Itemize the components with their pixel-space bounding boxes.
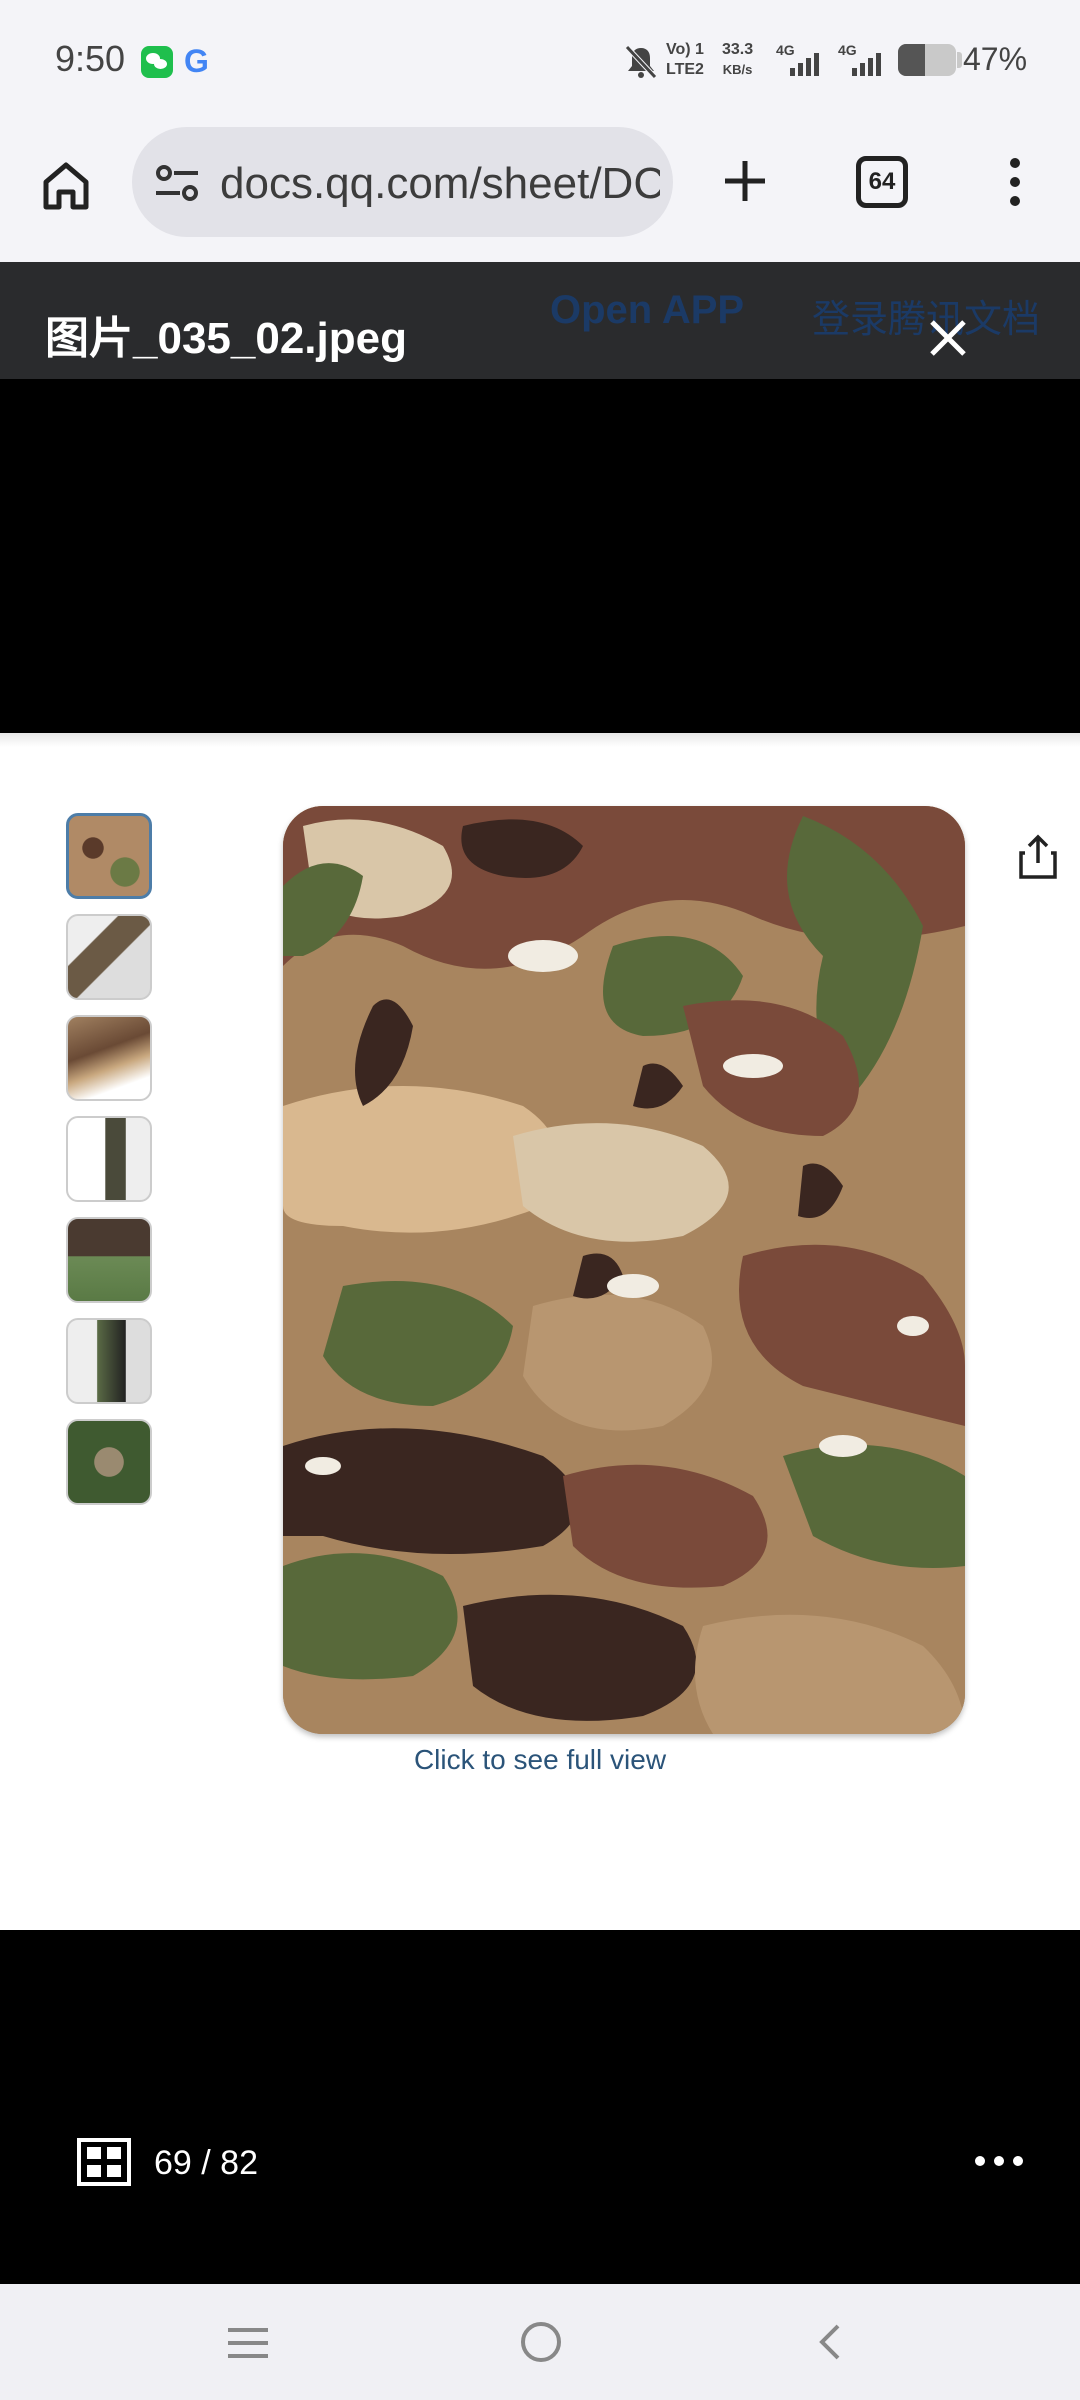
wechat-icon: [141, 46, 173, 78]
battery-icon: [898, 44, 956, 76]
viewer-header: Open APP 登录腾讯文档 图片_035_02.jpeg: [0, 262, 1080, 379]
share-icon[interactable]: [1017, 833, 1059, 881]
more-horiz-icon[interactable]: [975, 2156, 1023, 2168]
speed-unit: KB/s: [722, 62, 753, 77]
tabs-button[interactable]: 64: [856, 156, 908, 208]
volte-line1: Vo) 1: [666, 41, 704, 58]
full-view-link[interactable]: Click to see full view: [0, 1744, 1080, 1776]
grid-icon[interactable]: [76, 2137, 132, 2187]
cropped-text-edge: [0, 733, 1080, 747]
address-bar[interactable]: docs.qq.com/sheet/DC: [132, 127, 673, 237]
google-icon: G: [184, 43, 209, 79]
nav-back-icon[interactable]: [812, 2322, 852, 2362]
speed-value: 33.3: [722, 41, 754, 58]
more-vert-icon[interactable]: [995, 150, 1035, 214]
battery-percent: 47%: [963, 41, 1028, 77]
status-time: 9:50: [55, 38, 126, 79]
volte-indicator: Vo) 1 LTE2: [666, 40, 704, 80]
camouflage-pattern: [283, 806, 965, 1734]
thumbnail-5[interactable]: [66, 1217, 152, 1303]
home-icon: [43, 162, 89, 210]
close-icon[interactable]: [918, 308, 978, 368]
home-button[interactable]: [30, 150, 102, 222]
page-counter: 69 / 82: [154, 2144, 258, 2182]
tune-icon[interactable]: [154, 163, 200, 203]
network-speed: 33.3 KB/s: [722, 40, 753, 80]
system-nav-bar: [0, 2284, 1080, 2400]
camouflage-image[interactable]: [283, 806, 965, 1734]
thumbnail-strip: [66, 813, 154, 1520]
thumbnail-6[interactable]: [66, 1318, 152, 1404]
plus-icon: [725, 161, 765, 201]
nav-menu-icon[interactable]: [226, 2326, 270, 2360]
thumbnail-1[interactable]: [66, 813, 152, 899]
thumbnail-3[interactable]: [66, 1015, 152, 1101]
status-bar: 9:50 G Vo) 1 LTE2 33.3 KB/s 4G 4G 47%: [0, 0, 1080, 120]
thumbnail-4[interactable]: [66, 1116, 152, 1202]
mute-icon: [625, 45, 657, 79]
new-tab-button[interactable]: [710, 146, 780, 216]
nav-home-icon[interactable]: [521, 2322, 561, 2362]
tab-count: 64: [868, 168, 896, 195]
url-text[interactable]: docs.qq.com/sheet/DC: [220, 159, 660, 209]
background-open-app: Open APP: [550, 288, 745, 332]
signal-icon-2: 4G: [838, 42, 898, 78]
browser-toolbar: docs.qq.com/sheet/DC 64: [0, 120, 1080, 262]
battery-tip: [957, 52, 962, 68]
thumbnail-7[interactable]: [66, 1419, 152, 1505]
image-preview[interactable]: Click to see full view: [0, 733, 1080, 1930]
battery-fill: [898, 44, 926, 76]
thumbnail-2[interactable]: [66, 914, 152, 1000]
file-name: 图片_035_02.jpeg: [45, 314, 407, 363]
signal-icon: 4G: [776, 42, 836, 78]
volte-line2: LTE2: [666, 61, 704, 78]
